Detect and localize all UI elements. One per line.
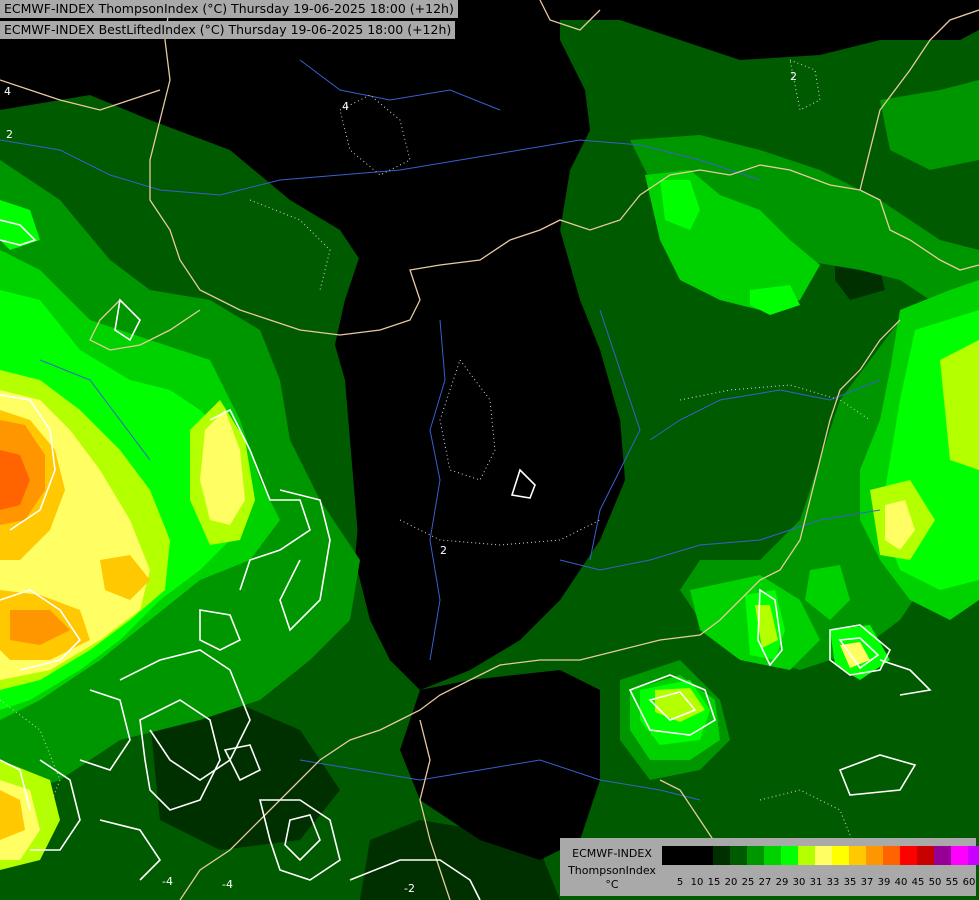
contour-label: 4: [342, 100, 349, 113]
legend-level-label: 35: [843, 877, 857, 888]
map-subtitle: ECMWF-INDEX BestLiftedIndex (°C) Thursda…: [0, 21, 456, 39]
legend-unit: °C: [605, 878, 619, 891]
weather-map: 2 2 2 4 4 -4 -4 -2: [0, 0, 979, 900]
legend-swatch: [934, 846, 951, 865]
legend-level-label: 39: [877, 877, 891, 888]
contour-label: -4: [222, 878, 233, 891]
legend-swatch: [917, 846, 934, 865]
contour-label: 4: [4, 85, 11, 98]
legend-swatch: [832, 846, 849, 865]
legend-level-label: 60: [962, 877, 976, 888]
legend-level-label: 5: [676, 877, 684, 888]
legend-swatch: [730, 846, 747, 865]
legend-level-label: 27: [758, 877, 772, 888]
legend-swatch: [883, 846, 900, 865]
legend-level-label: 33: [826, 877, 840, 888]
legend-level-label: 10: [690, 877, 704, 888]
legend-swatch: [662, 846, 679, 865]
legend-swatch: [781, 846, 798, 865]
legend-swatch: [849, 846, 866, 865]
contour-label: 2: [440, 544, 447, 557]
map-title: ECMWF-INDEX ThompsonIndex (°C) Thursday …: [0, 0, 458, 18]
legend-level-label: 40: [894, 877, 908, 888]
legend-swatch: [968, 846, 979, 865]
legend-swatch: [815, 846, 832, 865]
legend-swatch: [764, 846, 781, 865]
legend-level-label: 50: [928, 877, 942, 888]
contour-label: -4: [162, 875, 173, 888]
color-legend: ECMWF-INDEX ThompsonIndex °C 5 10 15 20 25 27…: [560, 838, 979, 896]
legend-swatch: [713, 846, 730, 865]
legend-swatch: [747, 846, 764, 865]
legend-swatch: [798, 846, 815, 865]
legend-level-label: 20: [724, 877, 738, 888]
legend-swatch: [900, 846, 917, 865]
legend-level-label: 30: [792, 877, 806, 888]
legend-level-label: 55: [945, 877, 959, 888]
legend-field: ThompsonIndex: [568, 864, 656, 877]
contour-label: 2: [6, 128, 13, 141]
contour-label: -2: [404, 882, 415, 895]
legend-level-label: 29: [775, 877, 789, 888]
legend-swatch: [696, 846, 713, 865]
legend-level-label: 25: [741, 877, 755, 888]
legend-level-label: 37: [860, 877, 874, 888]
legend-swatch: [951, 846, 968, 865]
legend-swatches: [662, 846, 979, 865]
legend-level-label: 15: [707, 877, 721, 888]
legend-swatch: [679, 846, 696, 865]
contour-label: 2: [790, 70, 797, 83]
legend-swatch: [866, 846, 883, 865]
legend-level-label: 45: [911, 877, 925, 888]
legend-level-label: 31: [809, 877, 823, 888]
legend-title: ECMWF-INDEX: [572, 847, 652, 860]
